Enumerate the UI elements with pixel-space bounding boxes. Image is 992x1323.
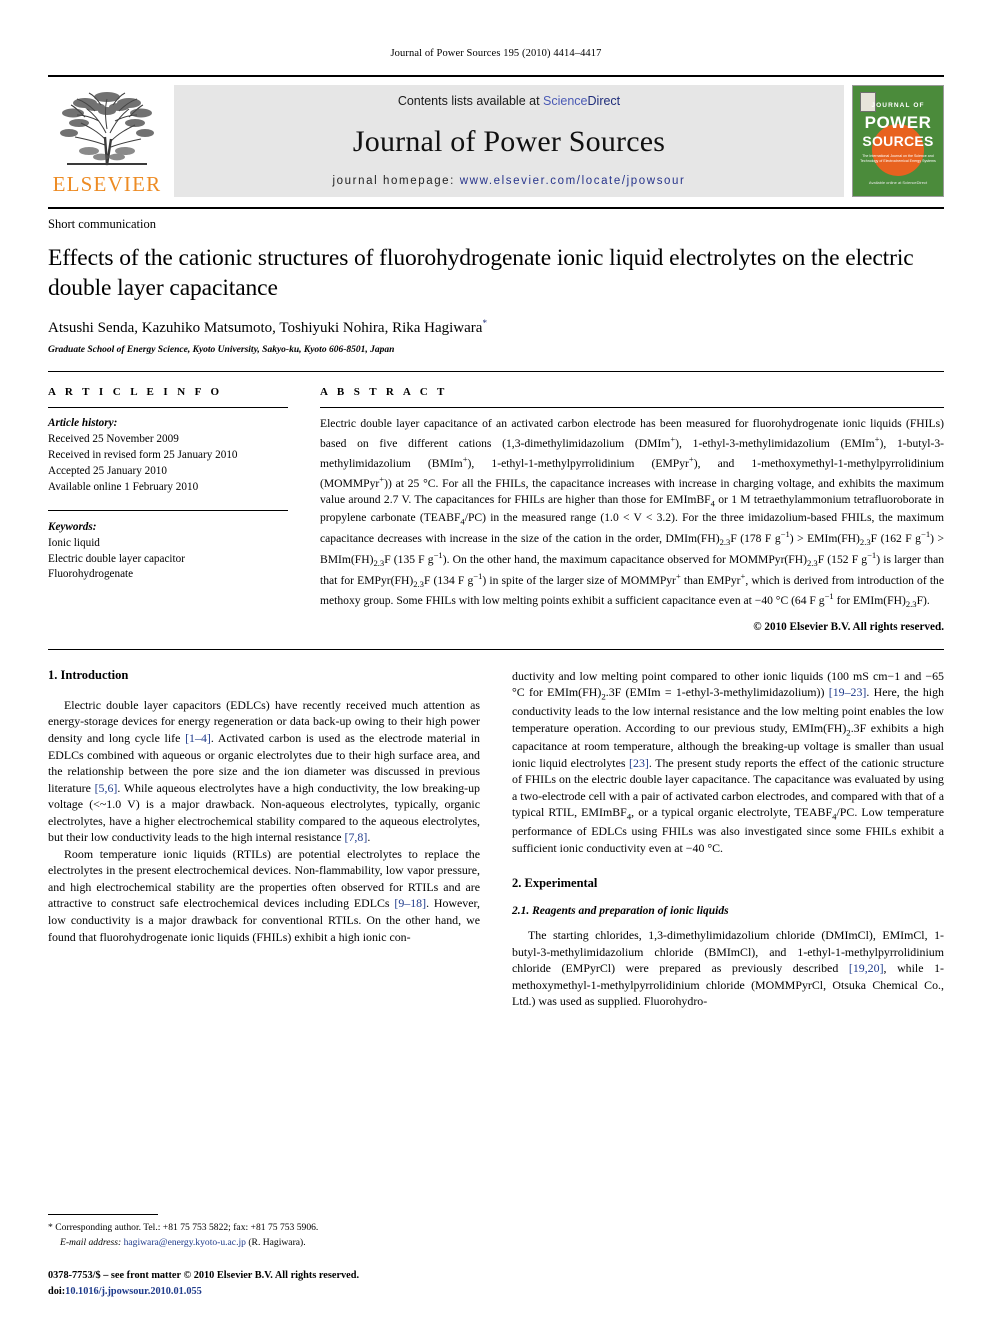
history-item: Received 25 November 2009 bbox=[48, 433, 179, 446]
abstract-part: for EMIm(FH) bbox=[833, 594, 906, 608]
elsevier-tree-icon bbox=[60, 92, 154, 166]
abstract-part: F (152 F g bbox=[817, 552, 868, 566]
cover-subtitle: The International Journal on the Science… bbox=[860, 154, 936, 164]
keyword-item: Ionic liquid bbox=[48, 536, 100, 549]
journal-cover-thumbnail: JOURNAL OF POWER SOURCES The Internation… bbox=[852, 85, 944, 197]
footnote-block: * Corresponding author. Tel.: +81 75 753… bbox=[48, 1214, 480, 1299]
abstract-part: ), 1-ethyl-3-methylimidazolium (EMIm bbox=[675, 437, 875, 450]
abstract-part: than EMPyr bbox=[680, 573, 741, 587]
abstract-part: F (135 F g bbox=[384, 552, 434, 566]
article-info-column: A R T I C L E I N F O Article history: R… bbox=[48, 386, 288, 633]
intro-paragraph-2-continued: ductivity and low melting point compared… bbox=[512, 668, 944, 855]
history-item: Accepted 25 January 2010 bbox=[48, 464, 167, 477]
abstract-rule bbox=[320, 407, 944, 409]
sciencedirect-link-science[interactable]: Science bbox=[543, 94, 587, 108]
abstract-part: F (162 F g bbox=[870, 532, 921, 545]
abstract-part: ) > EMIm(FH) bbox=[789, 532, 860, 545]
affiliation: Graduate School of Energy Science, Kyoto… bbox=[48, 345, 395, 356]
article-info-rule bbox=[48, 407, 288, 409]
author-list: Atsushi Senda, Kazuhiko Matsumoto, Toshi… bbox=[48, 318, 944, 337]
cover-footer: Available online at ScienceDirect bbox=[868, 179, 928, 185]
keyword-item: Electric double layer capacitor bbox=[48, 552, 185, 565]
footnote-marker: * bbox=[48, 1222, 53, 1234]
homepage-label: journal homepage: bbox=[332, 175, 460, 187]
sciencedirect-link-direct[interactable]: Direct bbox=[588, 94, 621, 108]
history-item: Received in revised form 25 January 2010 bbox=[48, 449, 238, 462]
elsevier-wordmark: ELSEVIER bbox=[52, 172, 162, 196]
article-history-block: Article history: Received 25 November 20… bbox=[48, 416, 288, 496]
journal-title: Journal of Power Sources bbox=[352, 124, 666, 158]
elsevier-logo: ELSEVIER bbox=[48, 85, 166, 197]
cover-line-2: POWER bbox=[864, 113, 932, 132]
abstract-part: ), 1-ethyl-1-methylpyrrolidinium (EMPyr bbox=[467, 456, 689, 470]
doi-link[interactable]: 10.1016/j.jpowsour.2010.01.055 bbox=[65, 1286, 202, 1297]
doi-line: doi:10.1016/j.jpowsour.2010.01.055 bbox=[48, 1284, 480, 1299]
email-link[interactable]: hagiwara@energy.kyoto-u.ac.jp bbox=[124, 1237, 246, 1248]
author-names: Atsushi Senda, Kazuhiko Matsumoto, Toshi… bbox=[48, 320, 483, 337]
history-item: Available online 1 February 2010 bbox=[48, 480, 199, 493]
footnote-rule bbox=[48, 1214, 158, 1216]
abstract-text: Electric double layer capacitance of an … bbox=[320, 417, 945, 610]
abstract-part: F (178 F g bbox=[730, 532, 781, 545]
doi-label: doi: bbox=[48, 1285, 66, 1297]
article-body: 1. Introduction Electric double layer ca… bbox=[48, 668, 944, 1138]
abstract-heading: A B S T R A C T bbox=[320, 386, 448, 399]
keywords-label: Keywords: bbox=[48, 520, 97, 533]
experimental-paragraph-1: The starting chlorides, 1,3-dimethylimid… bbox=[512, 928, 944, 1009]
article-doctype: Short communication bbox=[48, 217, 156, 231]
corresponding-author-marker: * bbox=[482, 318, 487, 329]
section-heading-introduction: 1. Introduction bbox=[48, 667, 129, 682]
abstract-part: F (134 F g bbox=[423, 573, 474, 587]
subsection-heading-reagents: 2.1. Reagents and preparation of ionic l… bbox=[512, 905, 729, 918]
cover-line-3: SOURCES bbox=[862, 133, 934, 149]
corresponding-author-note: * Corresponding author. Tel.: +81 75 753… bbox=[48, 1221, 480, 1235]
email-note: E-mail address: hagiwara@energy.kyoto-u.… bbox=[48, 1236, 480, 1250]
intro-paragraph-2: Room temperature ionic liquids (RTILs) a… bbox=[48, 846, 480, 944]
email-label: E-mail address: bbox=[60, 1236, 122, 1248]
article-page: Journal of Power Sources 195 (2010) 4414… bbox=[0, 0, 992, 1323]
article-history-label: Article history: bbox=[48, 417, 118, 430]
article-info-heading: A R T I C L E I N F O bbox=[48, 386, 223, 399]
corresponding-author-text: Corresponding author. Tel.: +81 75 753 5… bbox=[55, 1222, 319, 1234]
info-abstract-block: A R T I C L E I N F O Article history: R… bbox=[48, 371, 944, 650]
keyword-item: Fluorohydrogenate bbox=[48, 568, 134, 581]
abstract-column: A B S T R A C T Electric double layer ca… bbox=[320, 386, 944, 633]
section-heading-experimental: 2. Experimental bbox=[512, 876, 598, 891]
abstract-part: F). bbox=[916, 594, 930, 608]
abstract-part: ). On the other hand, the maximum capaci… bbox=[442, 552, 807, 566]
cover-line-1: JOURNAL OF bbox=[871, 102, 925, 109]
email-suffix: (R. Hagiwara). bbox=[248, 1236, 306, 1248]
issn-line: 0378-7753/$ – see front matter © 2010 El… bbox=[48, 1270, 360, 1282]
body-column-left: 1. Introduction Electric double layer ca… bbox=[48, 668, 480, 1138]
journal-homepage-line: journal homepage: www.elsevier.com/locat… bbox=[333, 175, 686, 187]
running-head: Journal of Power Sources 195 (2010) 4414… bbox=[390, 48, 602, 59]
abstract-part: ) in spite of the larger size of MOMMPyr bbox=[482, 573, 676, 587]
intro-paragraph-1: Electric double layer capacitors (EDLCs)… bbox=[48, 697, 481, 845]
contents-prefix: Contents lists available at bbox=[397, 94, 544, 108]
journal-masthead: ELSEVIER Contents lists available at Sci… bbox=[48, 75, 944, 197]
abstract-copyright: © 2010 Elsevier B.V. All rights reserved… bbox=[753, 620, 944, 633]
body-column-right: ductivity and low melting point compared… bbox=[512, 668, 944, 1138]
homepage-url-link[interactable]: www.elsevier.com/locate/jpowsour bbox=[460, 175, 686, 187]
keywords-block: Keywords: Ionic liquid Electric double l… bbox=[48, 509, 288, 584]
journal-band: Contents lists available at ScienceDirec… bbox=[174, 85, 844, 197]
issn-copyright-block: 0378-7753/$ – see front matter © 2010 El… bbox=[48, 1268, 480, 1299]
page-title: Effects of the cationic structures of fl… bbox=[48, 245, 914, 301]
contents-lists-line: Contents lists available at ScienceDirec… bbox=[398, 94, 620, 108]
